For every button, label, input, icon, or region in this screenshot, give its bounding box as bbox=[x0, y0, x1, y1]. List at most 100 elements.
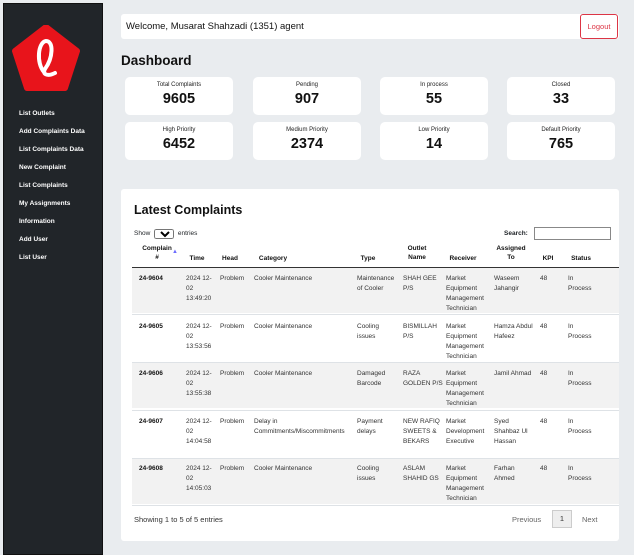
stat-card-in-process: In process 55 bbox=[380, 77, 488, 115]
column-header-head[interactable]: Head bbox=[219, 255, 241, 264]
search-input[interactable] bbox=[533, 227, 611, 240]
stat-card-closed: Closed 33 bbox=[507, 77, 615, 115]
stat-value: 907 bbox=[294, 91, 320, 107]
cell-complain-no: 24-9604 bbox=[139, 275, 163, 282]
cell-head: Problem bbox=[220, 418, 245, 425]
column-header-complain-no[interactable]: Complain # bbox=[140, 245, 174, 262]
column-header-kpi[interactable]: KPI bbox=[540, 255, 556, 264]
cell-outlet-name: RAZA GOLDEN P/S bbox=[403, 370, 443, 387]
stat-value: 14 bbox=[425, 136, 443, 152]
stat-label: Closed bbox=[551, 82, 571, 88]
cell-type: Cooling issues bbox=[357, 465, 380, 482]
cell-status: In Process bbox=[568, 370, 592, 387]
stat-label: Total Complaints bbox=[156, 82, 202, 88]
cell-assigned-to: Hamza Abdul Hafeez bbox=[494, 323, 533, 340]
stat-card-total-complaints: Total Complaints 9605 bbox=[125, 77, 233, 115]
column-header-status[interactable]: Status bbox=[567, 255, 595, 264]
pagination-previous[interactable]: Previous bbox=[512, 515, 541, 524]
cell-receiver: Market Development Executive bbox=[446, 418, 485, 445]
entries-label: entries bbox=[177, 230, 198, 237]
cell-time: 2024 12-02 13:55:38 bbox=[186, 370, 212, 397]
cell-category: Cooler Maintenance bbox=[254, 323, 313, 330]
cell-type: Payment delays bbox=[357, 418, 383, 435]
row-divider bbox=[132, 505, 619, 506]
sidebar-item-my-assignments[interactable]: My Assignments bbox=[19, 198, 85, 216]
column-header-outlet-name[interactable]: Outlet Name bbox=[402, 245, 432, 262]
table-info: Showing 1 to 5 of 5 entries bbox=[134, 515, 223, 524]
cell-status: In Process bbox=[568, 323, 592, 340]
stat-label: Default Priority bbox=[541, 127, 581, 133]
cell-head: Problem bbox=[220, 323, 245, 330]
stat-card-low-priority: Low Priority 14 bbox=[380, 122, 488, 160]
sort-asc-icon: ▲ bbox=[172, 249, 178, 255]
logout-button[interactable]: Logout bbox=[580, 14, 618, 39]
stat-label: Medium Priority bbox=[286, 127, 328, 133]
stat-card-pending: Pending 907 bbox=[253, 77, 361, 115]
stat-label: Pending bbox=[295, 82, 319, 88]
column-header-assigned-to[interactable]: Assigned To bbox=[494, 245, 528, 262]
sidebar-item-new-complaint[interactable]: New Complaint bbox=[19, 162, 85, 180]
cell-complain-no: 24-9605 bbox=[139, 323, 163, 330]
cell-kpi: 48 bbox=[540, 418, 548, 425]
cell-time: 2024 12-02 14:05:03 bbox=[186, 465, 212, 492]
cell-head: Problem bbox=[220, 275, 245, 282]
stat-value: 6452 bbox=[162, 136, 196, 152]
pagination-next[interactable]: Next bbox=[582, 515, 597, 524]
cell-category: Delay in Commitments/Miscommitments bbox=[254, 418, 345, 435]
cell-status: In Process bbox=[568, 418, 592, 435]
sidebar-item-information[interactable]: Information bbox=[19, 216, 85, 234]
page-title: Dashboard bbox=[121, 53, 192, 68]
cell-receiver: Market Equipment Management Technician bbox=[446, 370, 484, 407]
top-bar: Welcome, Musarat Shahzadi (1351) agent L… bbox=[121, 14, 619, 39]
cell-receiver: Market Equipment Management Technician bbox=[446, 323, 484, 360]
cell-type: Maintenance of Cooler bbox=[357, 275, 395, 292]
cell-complain-no: 24-9608 bbox=[139, 465, 163, 472]
cell-assigned-to: Jamil Ahmad bbox=[494, 370, 532, 377]
stat-card-medium-priority: Medium Priority 2374 bbox=[253, 122, 361, 160]
stat-label: Low Priority bbox=[418, 127, 450, 133]
stat-value: 2374 bbox=[290, 136, 324, 152]
section-title: Latest Complaints bbox=[134, 203, 243, 217]
cell-assigned-to: Syed Shahbaz Ul Hassan bbox=[494, 418, 528, 445]
cell-type: Cooling issues bbox=[357, 323, 380, 340]
cell-time: 2024 12-02 13:49:20 bbox=[186, 275, 212, 302]
pagination-page-1[interactable]: 1 bbox=[552, 510, 572, 528]
stat-value: 765 bbox=[548, 136, 574, 152]
welcome-text: Welcome, Musarat Shahzadi (1351) agent bbox=[126, 21, 304, 32]
column-header-time[interactable]: Time bbox=[186, 255, 208, 264]
sidebar-item-add-user[interactable]: Add User bbox=[19, 234, 85, 252]
cell-time: 2024 12-02 14:04:58 bbox=[186, 418, 212, 445]
cell-assigned-to: Farhan Ahmed bbox=[494, 465, 515, 482]
cell-assigned-to: Waseem Jahangir bbox=[494, 275, 520, 292]
cell-head: Problem bbox=[220, 370, 245, 377]
stat-card-default-priority: Default Priority 765 bbox=[507, 122, 615, 160]
cell-complain-no: 24-9606 bbox=[139, 370, 163, 377]
sidebar-item-add-complaints-data[interactable]: Add Complaints Data bbox=[19, 126, 85, 144]
column-header-type[interactable]: Type bbox=[356, 255, 380, 264]
stat-value: 33 bbox=[552, 91, 570, 107]
table-search: Search: bbox=[504, 227, 611, 240]
entries-length-control: Show 10 entries bbox=[134, 229, 197, 239]
cell-kpi: 48 bbox=[540, 370, 548, 377]
cell-complain-no: 24-9607 bbox=[139, 418, 163, 425]
brand-logo-icon[interactable] bbox=[11, 25, 81, 91]
sidebar-item-list-complaints[interactable]: List Complaints bbox=[19, 180, 85, 198]
column-header-category[interactable]: Category bbox=[256, 255, 290, 264]
cell-kpi: 48 bbox=[540, 323, 548, 330]
cell-receiver: Market Equipment Management Technician bbox=[446, 465, 484, 502]
cell-kpi: 48 bbox=[540, 465, 548, 472]
stat-card-high-priority: High Priority 6452 bbox=[125, 122, 233, 160]
cell-receiver: Market Equipment Management Technician bbox=[446, 275, 484, 312]
sidebar-item-list-outlets[interactable]: List Outlets bbox=[19, 108, 85, 126]
sidebar-item-list-complaints-data[interactable]: List Complaints Data bbox=[19, 144, 85, 162]
cell-status: In Process bbox=[568, 275, 592, 292]
sidebar-nav: List Outlets Add Complaints Data List Co… bbox=[19, 108, 85, 270]
sidebar-item-list-user[interactable]: List User bbox=[19, 252, 85, 270]
column-header-receiver[interactable]: Receiver bbox=[446, 255, 480, 264]
cell-outlet-name: ASLAM SHAHID GS bbox=[403, 465, 439, 482]
cell-status: In Process bbox=[568, 465, 592, 482]
cell-kpi: 48 bbox=[540, 275, 548, 282]
cell-time: 2024 12-02 13:53:56 bbox=[186, 323, 212, 350]
entries-select[interactable]: 10 bbox=[154, 229, 175, 239]
cell-outlet-name: SHAH GEE P/S bbox=[403, 275, 437, 292]
